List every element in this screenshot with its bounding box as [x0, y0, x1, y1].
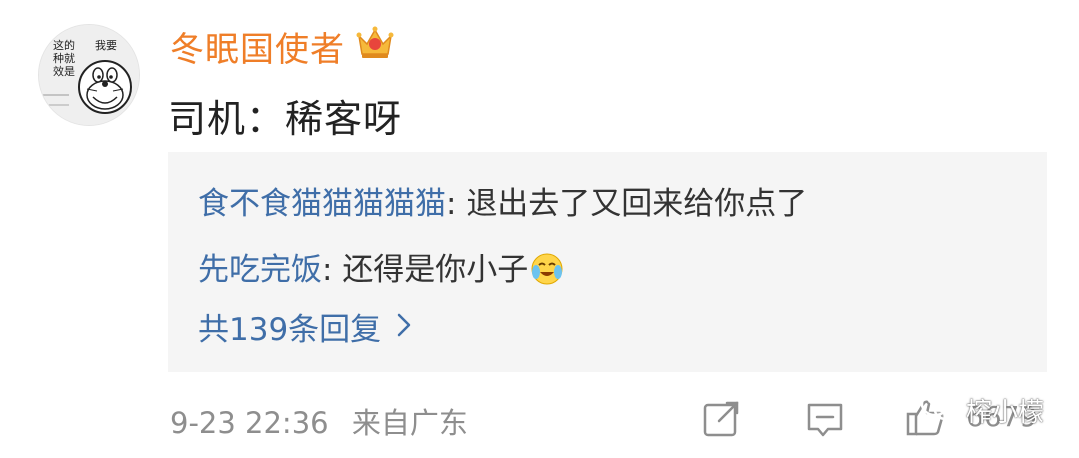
reply-author[interactable]: 食不食猫猫猫猫猫 — [198, 186, 446, 222]
username-row[interactable]: 冬眠国使者 — [170, 22, 395, 70]
crown-badge-icon — [355, 24, 395, 69]
reply-text: 还得是你小子 — [342, 252, 529, 288]
avatar[interactable]: 这的 种就 效是 我要 — [38, 24, 140, 126]
reply-separator: : — [446, 186, 467, 222]
reply-item[interactable]: 食不食猫猫猫猫猫: 退出去了又回来给你点了 — [198, 178, 807, 223]
svg-text:种就: 种就 — [53, 51, 75, 65]
comment-icon[interactable] — [806, 401, 844, 443]
username[interactable]: 冬眠国使者 — [170, 22, 345, 71]
repost-icon[interactable] — [703, 401, 741, 441]
reply-item[interactable]: 先吃完饭: 还得是你小子 — [198, 244, 564, 294]
doraemon-avatar-image: 这的 种就 效是 我要 — [39, 25, 139, 125]
cry-laugh-emoji-icon — [530, 252, 564, 294]
post-meta: 9-23 22:36 来自广东 — [170, 400, 468, 442]
like-icon[interactable] — [905, 397, 945, 441]
svg-text:效是: 效是 — [53, 64, 75, 78]
reply-text: 退出去了又回来给你点了 — [466, 186, 808, 222]
svg-text:我要: 我要 — [95, 39, 117, 52]
reply-separator: : — [322, 252, 343, 288]
svg-text:这的: 这的 — [53, 38, 75, 52]
more-replies-label[interactable]: 共139条回复 — [198, 304, 381, 349]
chevron-right-icon — [397, 309, 411, 345]
replies-box[interactable]: 食不食猫猫猫猫猫: 退出去了又回来给你点了 先吃完饭: 还得是你小子 共139条… — [168, 152, 1047, 372]
like-count: 6679 — [966, 400, 1038, 433]
reply-author[interactable]: 先吃完饭 — [198, 252, 322, 288]
more-replies-link[interactable]: 共139条回复 — [198, 304, 411, 349]
post-source: 来自广东 — [351, 406, 468, 440]
comment-text: 司机：稀客呀 — [168, 97, 403, 141]
post-time: 9-23 22:36 — [170, 406, 329, 440]
